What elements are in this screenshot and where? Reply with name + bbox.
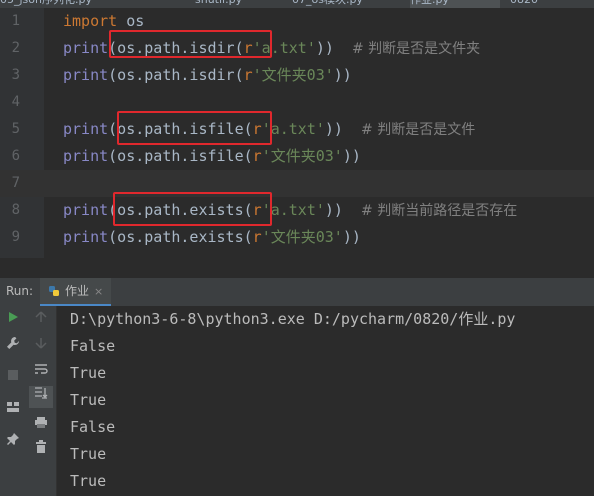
console-line: False: [70, 337, 116, 355]
code-token: )): [342, 228, 361, 246]
code-token: os: [117, 12, 145, 30]
code-text: print(os.path.exists(r'文件夹03')): [63, 224, 361, 251]
panel-divider: [0, 258, 594, 278]
code-token: 'a.txt': [252, 39, 316, 57]
line-number: 8: [11, 202, 20, 218]
line-number: 9: [11, 229, 20, 245]
code-text: print(os.path.isdir(r'a.txt')) # 判断是否是文件…: [63, 35, 480, 63]
pin-icon[interactable]: [3, 432, 23, 452]
code-token: (os.path.isdir(: [108, 39, 244, 57]
trash-icon[interactable]: [31, 440, 51, 460]
arrow-down-icon[interactable]: [31, 336, 51, 356]
line-number: 3: [11, 67, 20, 83]
editor-tab[interactable]: shutil.py: [195, 0, 242, 8]
soft-wrap-icon[interactable]: [31, 362, 51, 382]
code-token: (os.path.isfile(: [108, 147, 253, 165]
code-token: 'a.txt': [261, 120, 325, 138]
code-token: r: [243, 39, 253, 57]
scroll-to-end-icon[interactable]: [29, 386, 53, 408]
run-panel-header: Run: 作业 ×: [0, 278, 594, 307]
close-icon[interactable]: ×: [94, 285, 103, 298]
run-tab-label: 作业: [65, 284, 90, 298]
console-line-command: D:\python3-6-8\python3.exe D:/pycharm/08…: [70, 310, 516, 328]
code-line[interactable]: 2 print(os.path.isdir(r'a.txt')) # 判断是否是文…: [0, 35, 594, 62]
line-number: 2: [11, 40, 20, 56]
code-line[interactable]: 8 print(os.path.exists(r'a.txt')) # 判断当前路…: [0, 197, 594, 224]
code-token: 'a.txt': [261, 201, 325, 219]
code-token: )): [315, 39, 352, 57]
code-token: )): [333, 66, 352, 84]
run-toolbar-primary: [0, 306, 26, 496]
stop-icon[interactable]: [3, 368, 23, 388]
code-token: r: [252, 120, 262, 138]
code-text: print(os.path.isfile(r'文件夹03')): [63, 143, 361, 170]
code-token: # 判断当前路径是否存在: [361, 203, 518, 219]
code-token: import: [63, 12, 118, 30]
editor-tab[interactable]: 07_os模块.py: [292, 0, 363, 8]
code-token: print: [63, 147, 109, 165]
code-token: )): [342, 147, 361, 165]
editor-tab-strip: 05_json序列化.py shutil.py 07_os模块.py 作业.py…: [0, 0, 594, 8]
layout-icon[interactable]: [3, 400, 23, 420]
code-line[interactable]: 7: [0, 170, 594, 197]
code-text: print(os.path.isdir(r'文件夹03')): [63, 62, 352, 89]
code-token: (os.path.isfile(: [108, 120, 253, 138]
console-line: False: [70, 418, 116, 436]
line-number: 4: [11, 94, 20, 110]
code-line[interactable]: 3 print(os.path.isdir(r'文件夹03')): [0, 62, 594, 89]
code-token: (os.path.exists(: [108, 228, 253, 246]
code-token: )): [324, 201, 362, 219]
python-file-icon: [49, 286, 59, 296]
code-token: print: [63, 228, 109, 246]
code-text: print(os.path.exists(r'a.txt')) # 判断当前路径…: [63, 197, 517, 225]
code-text: import os: [63, 8, 144, 35]
editor-tab[interactable]: 05_json序列化.py: [0, 0, 92, 8]
console-line: True: [70, 364, 107, 382]
code-token: # 判断是否是文件夹: [352, 41, 481, 57]
editor-tab-active[interactable]: 作业.py: [410, 0, 500, 8]
code-line[interactable]: 6 print(os.path.isfile(r'文件夹03')): [0, 143, 594, 170]
console-line: True: [70, 472, 107, 490]
line-number: 1: [11, 13, 20, 29]
run-toolbar-secondary: [26, 306, 57, 496]
code-token: '文件夹03': [261, 147, 343, 165]
code-token: r: [252, 228, 262, 246]
code-token: r: [252, 147, 262, 165]
code-token: r: [243, 66, 253, 84]
code-token: print: [63, 120, 109, 138]
code-token: '文件夹03': [252, 66, 334, 84]
editor-tab[interactable]: 0820: [510, 0, 538, 8]
code-token: '文件夹03': [261, 228, 343, 246]
code-token: r: [252, 201, 262, 219]
code-token: )): [324, 120, 362, 138]
code-line[interactable]: 1 import os: [0, 8, 594, 35]
code-token: print: [63, 66, 109, 84]
console-line: True: [70, 391, 107, 409]
wrench-icon[interactable]: [3, 336, 23, 356]
code-token: print: [63, 39, 109, 57]
run-tab[interactable]: 作业 ×: [40, 278, 112, 307]
line-number: 5: [11, 121, 20, 137]
code-line[interactable]: 5 print(os.path.isfile(r'a.txt')) # 判断是否是…: [0, 116, 594, 143]
code-line[interactable]: 9 print(os.path.exists(r'文件夹03')): [0, 224, 594, 251]
run-label: Run:: [6, 284, 34, 298]
code-line[interactable]: 4: [0, 89, 594, 116]
print-icon[interactable]: [31, 416, 51, 436]
console-line: True: [70, 445, 107, 463]
code-token: (os.path.isdir(: [108, 66, 244, 84]
arrow-up-icon[interactable]: [31, 310, 51, 330]
code-token: print: [63, 201, 109, 219]
code-token: (os.path.exists(: [108, 201, 253, 219]
line-number: 6: [11, 148, 20, 164]
line-number: 7: [11, 175, 20, 191]
code-token: # 判断是否是文件: [361, 122, 476, 138]
play-icon[interactable]: [3, 310, 23, 330]
code-editor[interactable]: 1 import os 2 print(os.path.isdir(r'a.txt')…: [0, 8, 594, 258]
code-text: print(os.path.isfile(r'a.txt')) # 判断是否是文…: [63, 116, 475, 144]
run-console[interactable]: D:\python3-6-8\python3.exe D:/pycharm/08…: [57, 306, 594, 496]
